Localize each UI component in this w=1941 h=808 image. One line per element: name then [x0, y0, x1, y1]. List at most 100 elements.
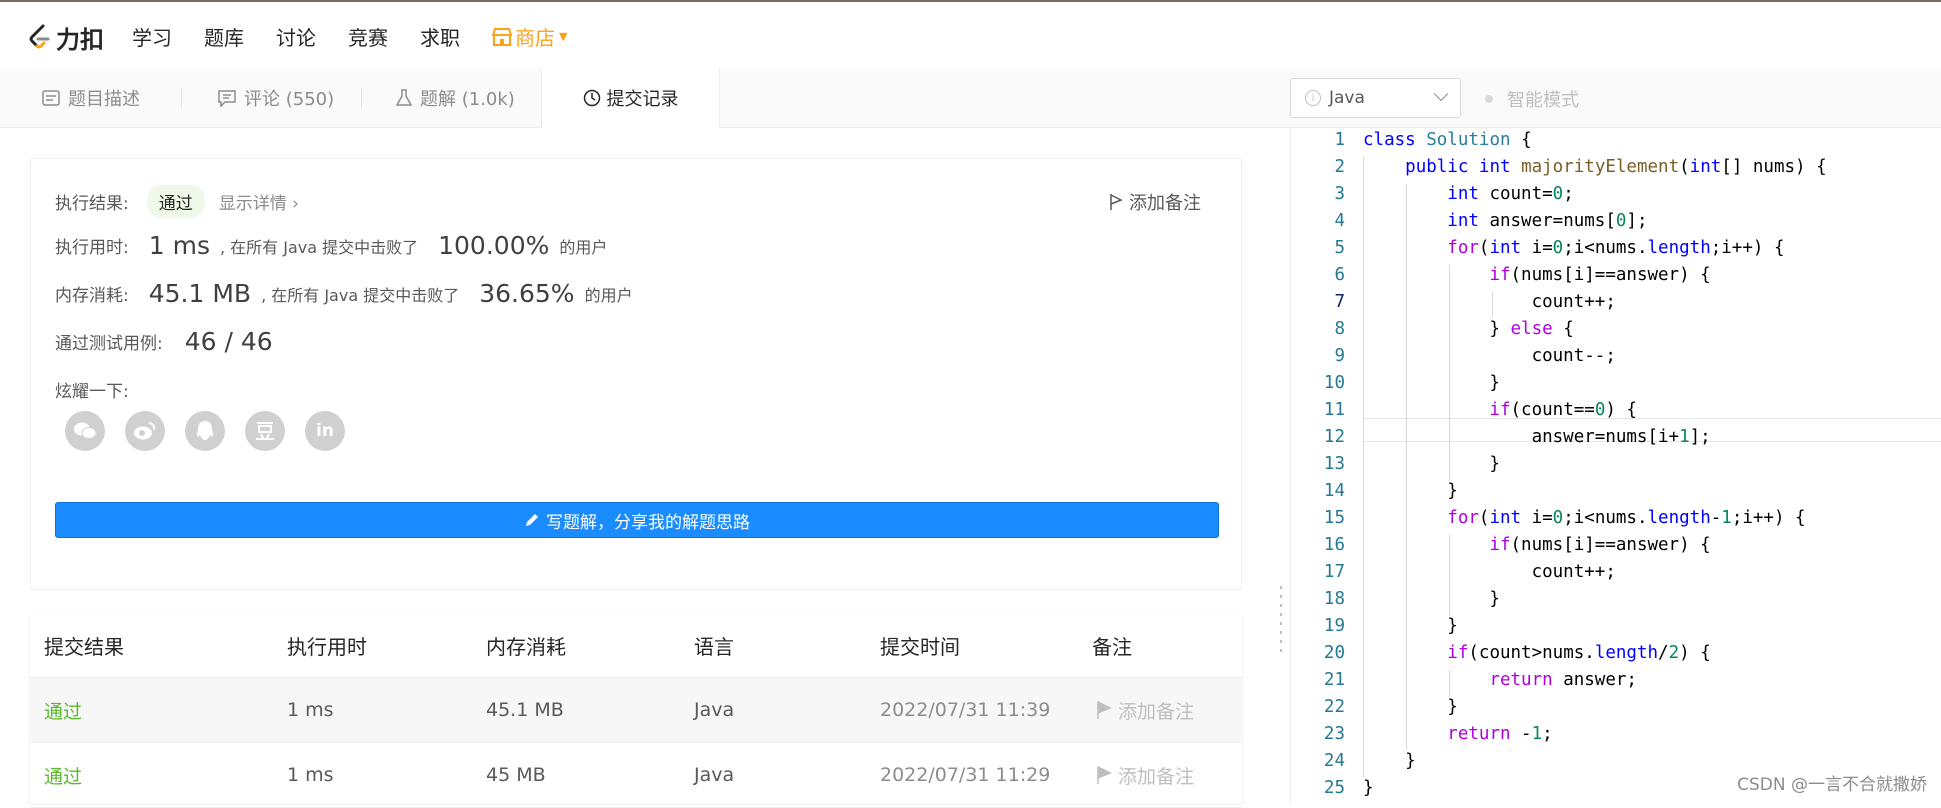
runtime-beat-text: , 在所有 Java 提交中击败了	[220, 234, 418, 258]
result-card: 执行结果: 通过 显示详情 › 添加备注 执行用时: 1 ms , 在所有 Ja…	[30, 158, 1242, 590]
share-row: 炫耀一下:	[55, 377, 129, 402]
row-status-link[interactable]: 通过	[44, 762, 82, 789]
header-notes: 备注	[1092, 631, 1132, 660]
row-language: Java	[694, 764, 734, 786]
runtime-suffix: 的用户	[559, 234, 607, 258]
weibo-icon[interactable]	[125, 411, 165, 451]
logo-text: 力扣	[56, 20, 104, 55]
memory-row: 内存消耗: 45.1 MB , 在所有 Java 提交中击败了 36.65% 的…	[55, 279, 633, 308]
table-row[interactable]: 通过 1 ms 45.1 MB Java 2022/07/31 11:39 添加…	[30, 678, 1242, 743]
wechat-icon[interactable]	[65, 411, 105, 451]
indent-guide	[1492, 292, 1493, 318]
table-header: 提交结果 执行用时 内存消耗 语言 提交时间 备注	[30, 614, 1242, 678]
runtime-row: 执行用时: 1 ms , 在所有 Java 提交中击败了 100.00% 的用户	[55, 231, 607, 260]
row-add-note-label: 添加备注	[1118, 762, 1194, 789]
store-icon	[492, 28, 512, 46]
row-status-link[interactable]: 通过	[44, 697, 82, 724]
flask-icon	[396, 89, 412, 107]
indent-guide	[1449, 535, 1450, 616]
caret-down-icon: ▼	[559, 30, 567, 43]
nav-item-discuss[interactable]: 讨论	[276, 22, 316, 51]
memory-label: 内存消耗:	[55, 281, 129, 306]
nav-item-learn[interactable]: 学习	[132, 22, 172, 51]
tab-divider	[361, 88, 362, 108]
show-details-link[interactable]: 显示详情 ›	[219, 189, 299, 214]
smart-mode-toggle[interactable]: 智能模式	[1485, 86, 1579, 112]
tab-comments-label: 评论 (550)	[244, 85, 334, 111]
row-add-note-label: 添加备注	[1118, 697, 1194, 724]
nav-item-problems[interactable]: 题库	[204, 22, 244, 51]
row-runtime: 1 ms	[287, 764, 334, 786]
row-runtime: 1 ms	[287, 699, 334, 721]
runtime-value: 1 ms	[149, 231, 210, 260]
tab-description[interactable]: 题目描述	[42, 68, 140, 128]
douban-icon[interactable]	[245, 411, 285, 451]
tab-divider	[181, 88, 182, 108]
testcases-label: 通过测试用例:	[55, 329, 163, 354]
runtime-label: 执行用时:	[55, 233, 129, 258]
header-memory: 内存消耗	[486, 631, 566, 660]
linkedin-icon[interactable]: in	[305, 411, 345, 451]
indent-guide	[1363, 157, 1364, 777]
code-editor[interactable]: 1class Solution { 2 public int majorityE…	[1290, 128, 1941, 803]
row-date: 2022/07/31 11:39	[880, 699, 1050, 721]
indent-guide	[1449, 265, 1450, 481]
leetcode-logo-icon	[28, 24, 52, 52]
memory-value: 45.1 MB	[149, 279, 251, 308]
tab-description-label: 题目描述	[68, 85, 140, 111]
indent-guide	[1449, 670, 1450, 697]
row-memory: 45.1 MB	[486, 699, 564, 721]
language-select[interactable]: i Java	[1290, 78, 1461, 118]
share-icons: in	[65, 411, 345, 451]
flag-icon	[1096, 765, 1112, 785]
watermark: CSDN @一言不合就撒娇	[1737, 770, 1927, 795]
tab-submissions[interactable]: 提交记录	[541, 68, 720, 128]
tab-bar: 题目描述 评论 (550) 题解 (1.0k) 提交记录	[0, 68, 1941, 128]
add-note-label: 添加备注	[1129, 189, 1201, 215]
write-solution-label: 写题解，分享我的解题思路	[546, 508, 750, 533]
header-status: 提交结果	[44, 631, 124, 660]
nav-item-contest[interactable]: 竞赛	[348, 22, 388, 51]
share-label: 炫耀一下:	[55, 377, 129, 402]
flag-icon	[1096, 700, 1112, 720]
logo[interactable]: 力扣	[28, 20, 104, 55]
description-icon	[42, 90, 60, 106]
row-date: 2022/07/31 11:29	[880, 764, 1050, 786]
nav-item-jobs[interactable]: 求职	[420, 22, 460, 51]
tab-comments[interactable]: 评论 (550)	[218, 68, 334, 128]
testcases-row: 通过测试用例: 46 / 46	[55, 327, 283, 356]
nav-item-shop[interactable]: 商店 ▼	[492, 22, 567, 51]
chevron-down-icon	[1434, 87, 1448, 101]
top-nav: 力扣 学习 题库 讨论 竞赛 求职 商店 ▼	[0, 2, 1941, 68]
tab-solutions-label: 题解 (1.0k)	[420, 85, 515, 111]
shop-label: 商店	[515, 22, 555, 51]
nav-menu: 学习 题库 讨论 竞赛 求职 商店 ▼	[132, 22, 599, 51]
drag-handle-icon	[1280, 586, 1282, 652]
header-runtime: 执行用时	[287, 631, 367, 660]
row-language: Java	[694, 699, 734, 721]
result-label: 执行结果:	[55, 189, 129, 214]
result-status-row: 执行结果: 通过 显示详情 ›	[55, 185, 299, 218]
header-time: 提交时间	[880, 631, 960, 660]
status-dot-icon	[1485, 95, 1493, 103]
memory-beat-text: , 在所有 Java 提交中击败了	[261, 282, 459, 306]
write-solution-button[interactable]: 写题解，分享我的解题思路	[55, 502, 1219, 538]
tab-submissions-label: 提交记录	[607, 85, 679, 111]
row-add-note-button[interactable]: 添加备注	[1096, 762, 1194, 789]
row-memory: 45 MB	[486, 764, 546, 786]
testcases-value: 46 / 46	[185, 327, 273, 356]
add-note-button[interactable]: 添加备注	[1109, 189, 1201, 215]
row-add-note-button[interactable]: 添加备注	[1096, 697, 1194, 724]
panel-resize-handle[interactable]	[1272, 128, 1290, 803]
qq-icon[interactable]	[185, 411, 225, 451]
tab-solutions[interactable]: 题解 (1.0k)	[396, 68, 515, 128]
info-icon: i	[1305, 90, 1321, 106]
indent-guide	[1406, 184, 1407, 750]
flag-icon	[1109, 193, 1123, 211]
table-row[interactable]: 通过 1 ms 45 MB Java 2022/07/31 11:29 添加备注	[30, 743, 1242, 808]
language-value: Java	[1329, 88, 1365, 108]
header-language: 语言	[694, 631, 734, 660]
memory-suffix: 的用户	[585, 282, 633, 306]
runtime-percent: 100.00%	[438, 231, 549, 260]
clock-icon	[583, 89, 601, 107]
